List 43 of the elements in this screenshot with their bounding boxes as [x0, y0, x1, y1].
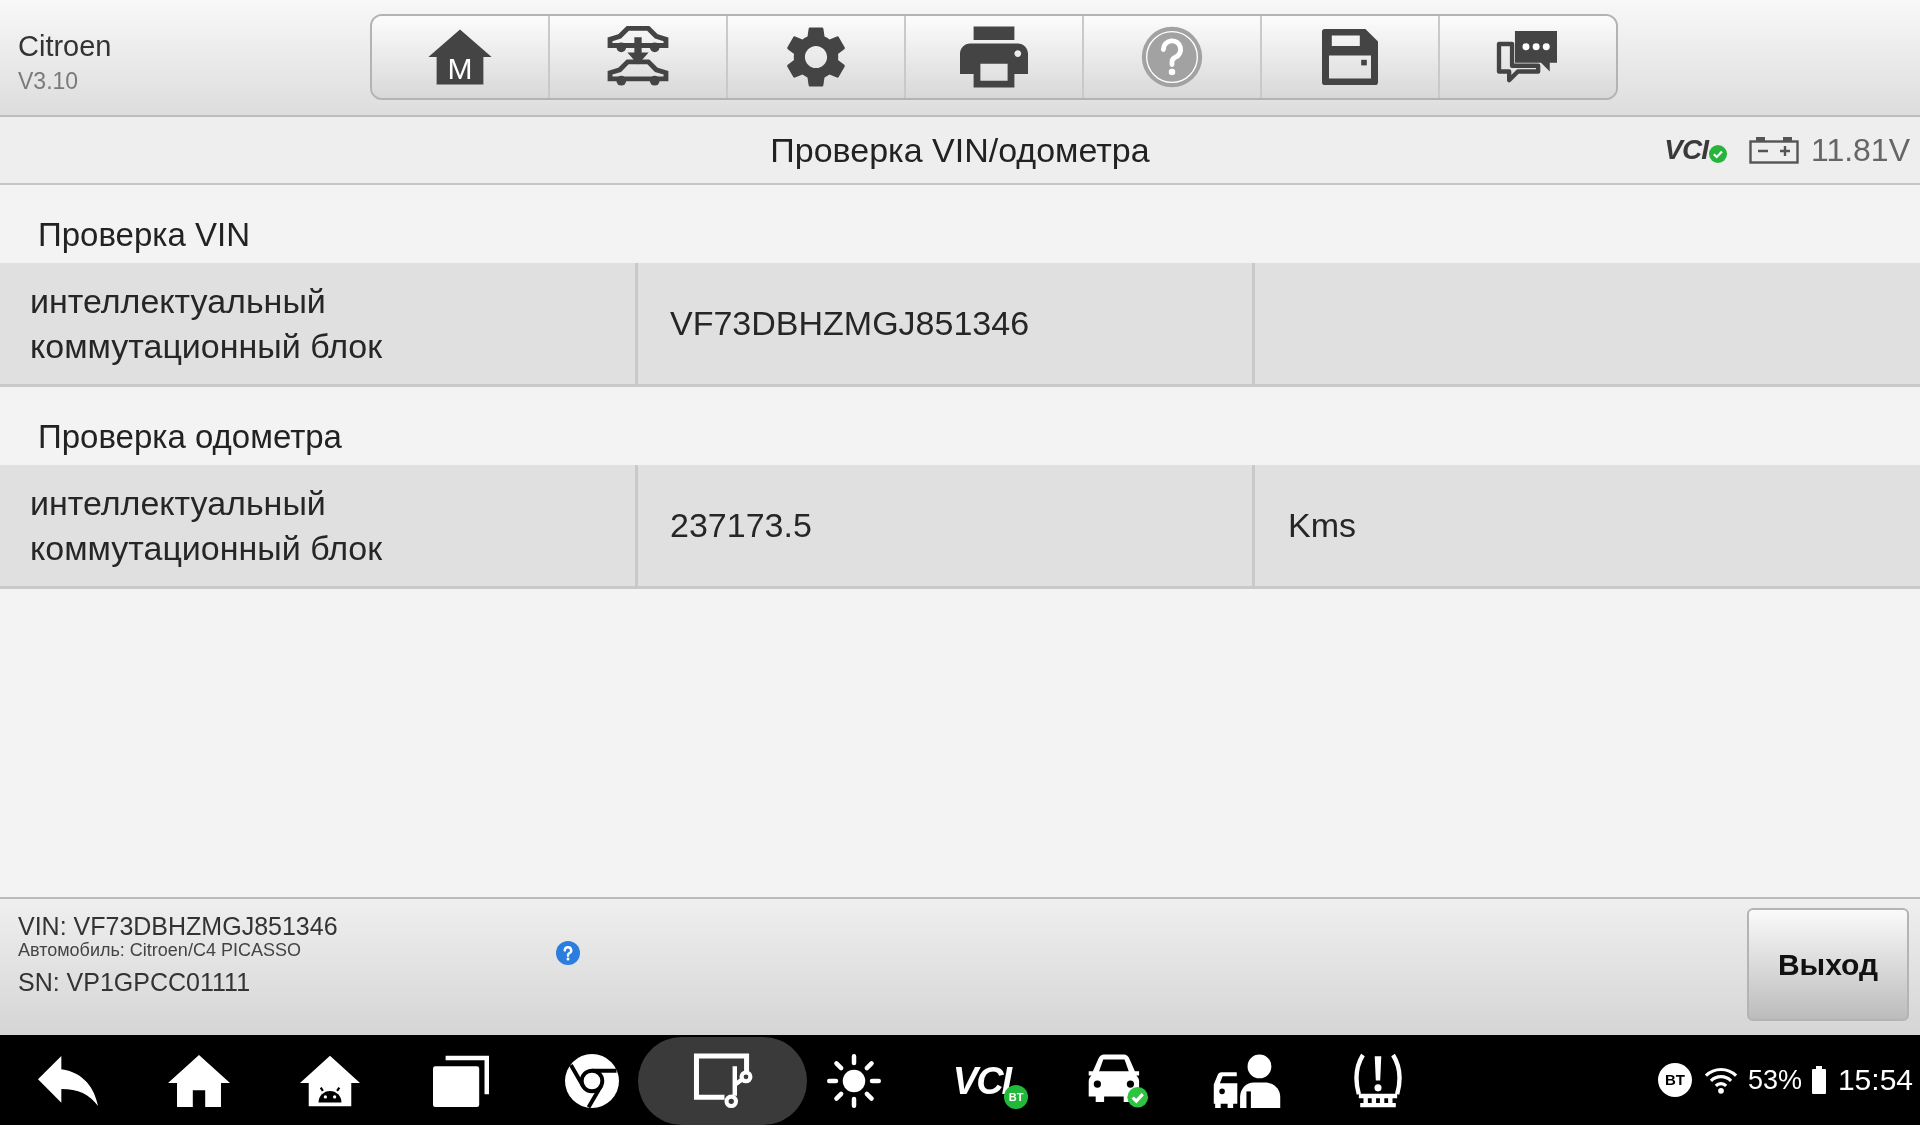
messages-button[interactable]	[1438, 16, 1616, 98]
print-button[interactable]	[904, 16, 1082, 98]
vehicle-text: Автомобиль: Citroen/C4 PICASSO	[18, 939, 301, 961]
help-icon	[1141, 26, 1203, 88]
tire-warning-icon	[1351, 1052, 1404, 1110]
vin-text: VIN: VF73DBHZMGJ851346	[18, 913, 338, 939]
car-battery-icon	[1748, 136, 1799, 164]
back-arrow-icon	[36, 1056, 99, 1106]
clock-time: 15:54	[1837, 1063, 1913, 1097]
car-person-icon	[1211, 1054, 1282, 1108]
help-icon[interactable]	[556, 941, 580, 965]
exit-button[interactable]: Выход	[1747, 908, 1909, 1021]
serial-number-text: SN: VP1GPCC01111	[18, 967, 251, 997]
home-icon	[167, 1054, 230, 1108]
table-cell-text: Kms	[1287, 505, 1357, 546]
printer-icon	[960, 26, 1028, 88]
table-cell: интеллектуальный коммутационный блок	[0, 465, 638, 586]
section-title: Проверка VIN	[38, 215, 250, 255]
sun-icon	[826, 1054, 881, 1108]
home-button[interactable]: M	[372, 16, 548, 98]
voltage-reading: 11.81V	[1810, 132, 1910, 168]
table-cell: 237173.5	[638, 465, 1255, 586]
settings-icon	[787, 26, 845, 88]
stacked-windows-icon	[432, 1055, 489, 1107]
check-dot-icon	[1708, 145, 1727, 163]
settings-button[interactable]	[726, 16, 904, 98]
app-version: V3.10	[18, 67, 79, 95]
table-cell: интеллектуальный коммутационный блок	[0, 263, 638, 384]
battery-percent: 53%	[1747, 1064, 1802, 1096]
save-button[interactable]	[1260, 16, 1438, 98]
page-title: Проверка VIN/одометра	[770, 130, 1150, 170]
app-name: Citroen	[18, 29, 112, 63]
circle-segments-icon	[564, 1054, 619, 1108]
vci-label: VCI	[1664, 134, 1708, 166]
house-icon	[427, 28, 493, 86]
section-title: Проверка одометра	[38, 417, 342, 457]
wifi-icon	[1703, 1066, 1738, 1094]
monitor-pen-icon	[692, 1053, 753, 1109]
battery-icon	[1811, 1066, 1826, 1094]
vehicle-swap-button[interactable]	[548, 16, 726, 98]
table-cell: VF73DBHZMGJ851346	[638, 263, 1255, 384]
robot-house-icon	[299, 1055, 360, 1107]
bluetooth-badge: BT	[1657, 1063, 1692, 1097]
